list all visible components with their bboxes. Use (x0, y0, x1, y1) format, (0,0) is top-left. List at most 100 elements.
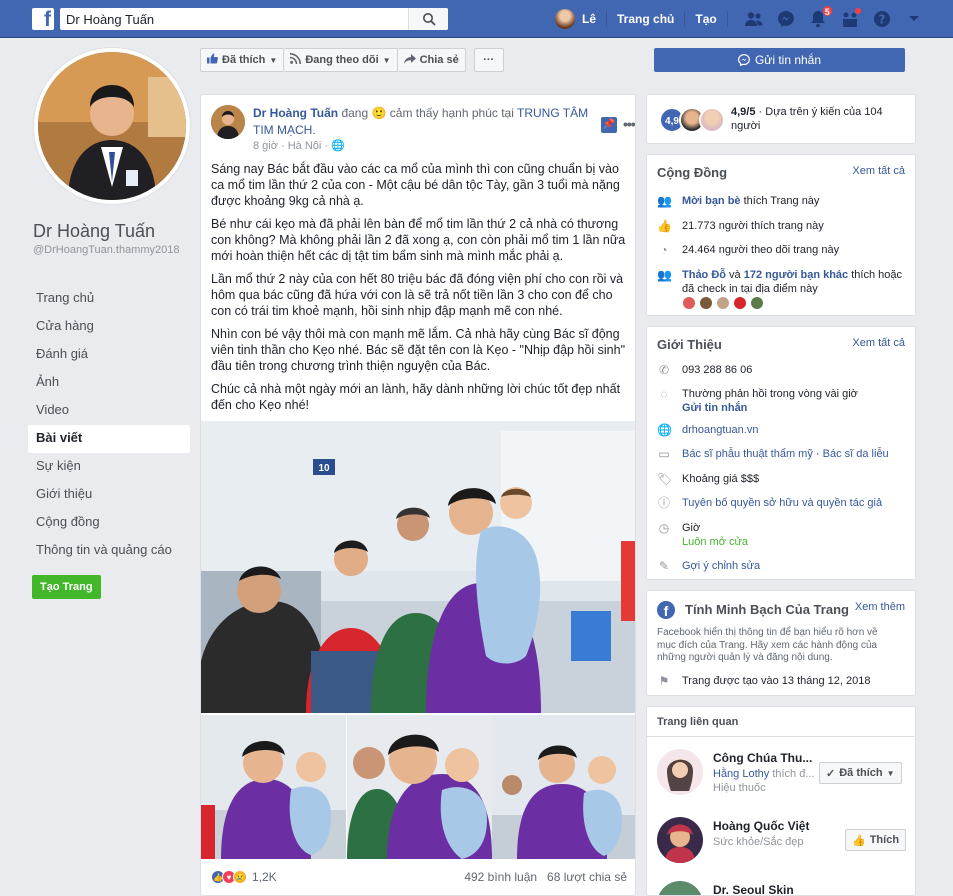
community-title: Cộng Đồng (657, 165, 728, 180)
left-nav-item[interactable]: Ảnh (28, 369, 190, 397)
suggest-edits-link[interactable]: Gợi ý chỉnh sửa (682, 559, 912, 573)
category-link[interactable]: Bác sĩ da liễu (823, 448, 889, 460)
friend-name-link[interactable]: Thảo Đỗ (682, 269, 726, 281)
facebook-logo-icon[interactable]: f (32, 8, 54, 30)
invite-people-icon: 👥 (657, 194, 672, 208)
nav-divider (684, 11, 686, 27)
reaction-count[interactable]: 1,2K (252, 870, 277, 884)
feeling-text: cảm thấy hạnh phúc tại (389, 106, 514, 120)
left-nav-item[interactable]: Video (28, 397, 190, 425)
other-friends-link[interactable]: 172 người bạn khác (744, 269, 848, 281)
friends-icon: 👥 (657, 268, 672, 282)
home-link[interactable]: Trang chủ (617, 12, 674, 26)
liked-button[interactable]: Đã thích ▼ (200, 48, 285, 72)
page-transparency-card: f Tính Minh Bạch Của Trang Xem thêm Face… (646, 590, 916, 696)
about-title: Giới Thiệu (657, 337, 722, 352)
post-author-avatar[interactable] (211, 105, 245, 139)
left-nav-item[interactable]: Cộng đồng (28, 509, 190, 537)
friend-avatar[interactable] (733, 296, 747, 310)
pin-icon[interactable]: 📌 (601, 117, 617, 133)
friend-avatar[interactable] (716, 296, 730, 310)
alert-dot (853, 7, 862, 15)
page-title[interactable]: Dr Hoàng Tuấn (33, 221, 155, 242)
rss-follow-icon (290, 53, 302, 67)
related-page-avatar[interactable] (657, 749, 703, 795)
following-button[interactable]: Đang theo dõi ▼ (284, 48, 398, 72)
related-page-avatar[interactable] (657, 881, 703, 895)
friend-avatar[interactable] (699, 296, 713, 310)
transparency-description: Facebook hiển thị thông tin để bạn hiểu … (657, 627, 878, 663)
friend-avatar[interactable] (750, 296, 764, 310)
about-see-all-link[interactable]: Xem tất cả (852, 337, 905, 349)
search-input[interactable] (60, 8, 400, 30)
share-count[interactable]: 68 lượt chia sẻ (547, 870, 627, 884)
reviewer-avatar[interactable] (699, 107, 725, 133)
feeling-prefix: đang (341, 106, 369, 120)
phone-icon: ✆ (658, 363, 670, 377)
comment-count[interactable]: 492 bình luận (464, 870, 537, 884)
post-photo-thumbnail[interactable] (346, 715, 492, 859)
left-nav-item[interactable]: Sự kiện (28, 453, 190, 481)
notifications-icon[interactable]: 5 (806, 5, 833, 31)
post-time[interactable]: 8 giờ (253, 140, 278, 152)
related-liker-link[interactable]: Hằng Lothy (713, 768, 769, 780)
post-photo-main[interactable]: 10 (201, 421, 635, 713)
related-page-category: Hiệu thuốc (713, 782, 766, 794)
create-link[interactable]: Tạo (695, 12, 716, 26)
post-place[interactable]: Hà Nội (288, 140, 322, 152)
quick-help-icon[interactable] (838, 7, 862, 31)
messenger-icon (738, 54, 750, 66)
pencil-icon: ✎ (658, 559, 670, 573)
post-photo-thumbnail[interactable] (201, 715, 346, 859)
friend-avatar[interactable] (682, 296, 696, 310)
about-send-message-link[interactable]: Gửi tin nhắn (682, 402, 747, 414)
search-button[interactable] (408, 8, 448, 30)
related-like-button[interactable]: 👍 Thích (845, 829, 907, 851)
post-options-icon[interactable]: ••• (623, 116, 635, 132)
related-liked-button[interactable]: ✓ Đã thích ▼ (819, 762, 902, 784)
rating-summary[interactable]: 4,9/5 · Dựa trên ý kiến của 104 người (731, 105, 911, 133)
category-link[interactable]: Bác sĩ phẫu thuật thẩm mỹ (682, 448, 813, 460)
profile-picture[interactable] (34, 48, 190, 204)
post-photo-thumbnail[interactable] (492, 715, 635, 859)
copyright-link[interactable]: Tuyên bố quyền sở hữu và quyền tác giả (682, 496, 912, 510)
left-nav-item[interactable]: Thông tin và quảng cáo (28, 537, 190, 565)
profile-photo (38, 52, 186, 200)
messenger-icon[interactable] (774, 7, 798, 31)
left-nav-item[interactable]: Bài viết (28, 425, 190, 453)
related-page-name[interactable]: Hoàng Quốc Việt (713, 819, 809, 833)
send-message-button[interactable]: Gửi tin nhắn (654, 48, 905, 72)
info-icon: ⓘ (657, 496, 670, 510)
thumbs-up-icon: 👍 (657, 219, 672, 233)
check-icon: ✓ (826, 767, 836, 780)
search-box (60, 8, 448, 30)
left-nav-item[interactable]: Cửa hàng (28, 313, 190, 341)
page-username[interactable]: @DrHoangTuan.thammy2018 (33, 244, 193, 257)
post-paragraph: Bé như cái kẹo mà đã phải lên bàn để mổ … (211, 217, 626, 263)
transparency-see-more-link[interactable]: Xem thêm (855, 601, 905, 613)
related-liker-text: thích đ... (769, 768, 815, 780)
help-icon[interactable]: ? (870, 7, 894, 31)
related-page-name[interactable]: Công Chúa Thu... (713, 751, 812, 765)
create-page-button[interactable]: Tạo Trang (32, 575, 101, 599)
response-time-text: Thường phản hồi trong vòng vài giờ (682, 388, 858, 400)
website-link[interactable]: drhoangtuan.vn (682, 423, 912, 437)
friend-requests-icon[interactable] (742, 7, 766, 31)
post-author-link[interactable]: Dr Hoàng Tuấn (253, 106, 338, 120)
invite-friends-link[interactable]: Mời bạn bè (682, 195, 741, 207)
left-nav-item[interactable]: Trang chủ (28, 285, 190, 313)
user-avatar[interactable] (555, 9, 575, 29)
post-paragraph: Chúc cả nhà một ngày mới an lành, hãy dà… (211, 382, 621, 412)
phone-number[interactable]: 093 288 86 06 (682, 363, 912, 377)
share-button[interactable]: Chia sẻ (397, 48, 466, 72)
page-action-bar: Đã thích ▼ Đang theo dõi ▼ Chia sẻ ··· (200, 38, 636, 82)
community-see-all-link[interactable]: Xem tất cả (852, 165, 905, 177)
globe-icon: 🌐 (331, 140, 345, 152)
more-options-button[interactable]: ··· (473, 48, 504, 72)
user-name-link[interactable]: Lê (582, 12, 596, 26)
related-page-avatar[interactable] (657, 817, 703, 863)
account-menu-chevron-down-icon[interactable] (902, 7, 926, 31)
left-nav-item[interactable]: Giới thiệu (28, 481, 190, 509)
related-page-name[interactable]: Dr. Seoul Skin (713, 883, 794, 895)
left-nav-item[interactable]: Đánh giá (28, 341, 190, 369)
